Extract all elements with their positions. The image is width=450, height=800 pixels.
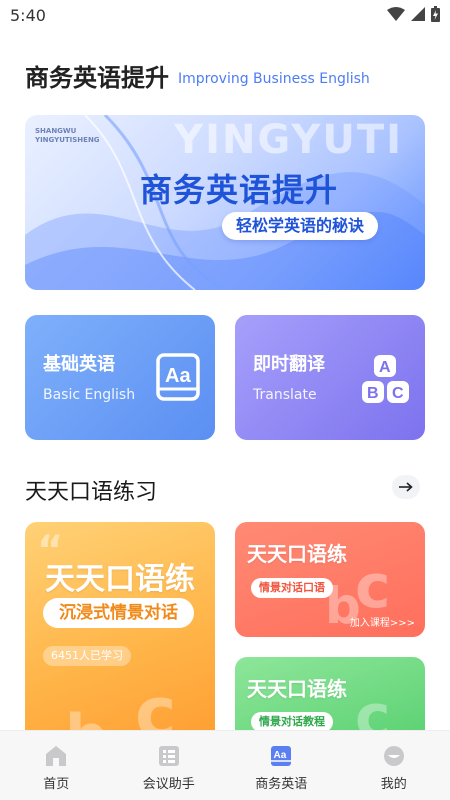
abc-blocks-icon: A B C [362,355,409,403]
basic-english-card[interactable]: 基础英语 Basic English Aa [25,315,215,440]
arrow-right-icon [399,482,413,492]
practice-card-immersive[interactable]: c b “ 天天口语练 沉浸式情景对话 6451人已学习 [25,522,215,742]
nav-profile[interactable]: 我的 [338,731,450,800]
banner-pill: 轻松学英语的秘诀 [222,212,379,240]
profile-icon [383,746,404,766]
practice-big-title: 天天口语练 [45,562,195,597]
section-title-speaking-practice: 天天口语练习 [25,480,158,505]
aa-book-icon: Aa [156,353,200,401]
svg-text:Aa: Aa [274,750,287,761]
nav-profile-label: 我的 [380,777,407,792]
home-icon [46,746,67,766]
translate-subtitle: Translate [253,387,317,403]
promo-banner[interactable]: SHANGWU YINGYUTISHENG YINGYUTI 商务英语提升 轻松… [25,115,425,290]
nav-business-english[interactable]: Aa 商务英语 [225,731,338,800]
nav-business-english-label: 商务英语 [255,777,308,792]
practice-red-tag: 情景对话口语 [251,578,333,598]
svg-text:A: A [379,359,391,376]
svg-text:B: B [367,385,379,402]
nav-home[interactable]: 首页 [0,731,113,800]
signal-icon [411,7,425,21]
basic-english-title: 基础英语 [43,354,115,375]
translate-title: 即时翻译 [253,354,325,375]
battery-icon [431,6,440,22]
practice-red-title: 天天口语练 [247,542,347,566]
banner-title: 商务英语提升 [140,171,339,209]
status-icons [387,6,440,22]
join-course-link[interactable]: 加入课程>>> [350,614,415,629]
banner-tag-line2: YINGYUTISHENG [35,136,100,144]
nav-home-label: 首页 [43,777,70,792]
wifi-icon [387,7,405,21]
translate-card[interactable]: 即时翻译 Translate A B C [235,315,425,440]
section-more-button[interactable] [392,475,420,499]
list-icon [158,746,179,766]
page-title: 商务英语提升 [25,64,169,92]
status-bar: 5:40 [0,0,450,30]
practice-big-learner-count: 6451人已学习 [43,646,131,666]
banner-tag-line1: SHANGWU [35,127,77,135]
svg-text:C: C [392,385,404,402]
svg-text:Aa: Aa [165,365,191,387]
aa-icon: Aa [271,746,292,766]
practice-card-dialogue[interactable]: c b 天天口语练 情景对话口语 加入课程>>> [235,522,425,637]
status-time: 5:40 [10,6,46,25]
nav-meeting-assistant[interactable]: 会议助手 [113,731,226,800]
practice-big-pill: 沉浸式情景对话 [43,598,194,628]
bottom-nav: 首页 会议助手 Aa 商务英语 我的 [0,730,450,800]
basic-english-subtitle: Basic English [43,387,136,403]
banner-tag: SHANGWU YINGYUTISHENG [35,127,100,145]
page-subtitle: Improving Business English [178,71,370,87]
nav-meeting-assistant-label: 会议助手 [142,777,195,792]
practice-green-title: 天天口语练 [247,677,347,701]
practice-green-tag: 情景对话教程 [251,712,333,732]
banner-background-word: YINGYUTI [174,117,403,163]
